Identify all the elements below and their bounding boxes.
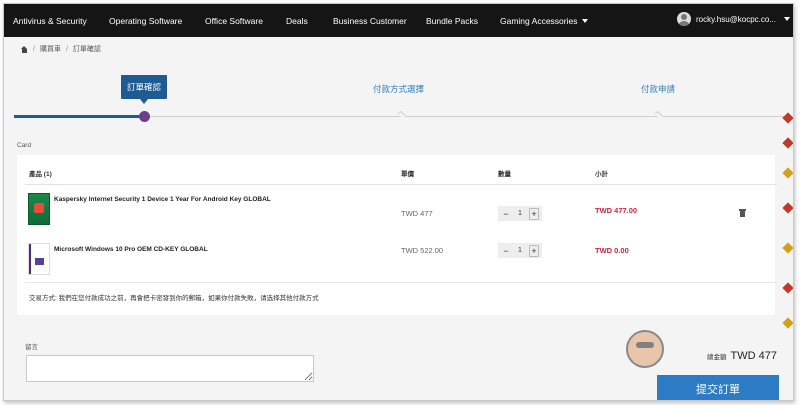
nav-gaming-label: Gaming Accessories <box>500 15 578 26</box>
quantity-stepper: − 1 + <box>498 206 542 221</box>
header-price: 單價 <box>401 171 414 178</box>
chevron-down-icon <box>784 17 790 21</box>
avatar <box>677 12 691 26</box>
message-label: 留言 <box>25 344 38 351</box>
decoration-diamond <box>782 282 793 294</box>
divider <box>25 184 777 185</box>
total-label: 總金額 <box>707 354 727 361</box>
home-icon[interactable] <box>21 45 28 53</box>
top-nav: Antivirus & Security Operating Software … <box>4 4 793 37</box>
total-value: TWD 477 <box>730 350 777 362</box>
quantity-stepper: − 1 + <box>498 243 542 258</box>
browser-frame: Antivirus & Security Operating Software … <box>3 3 794 401</box>
card-label: Card <box>17 142 32 149</box>
header-product: 產品 (1) <box>29 171 52 178</box>
row-subtotal: TWD 477.00 <box>595 206 638 215</box>
breadcrumb-separator: / <box>65 45 68 53</box>
step-payment-method: 付款方式選擇 <box>373 84 425 94</box>
nav-operating-software[interactable]: Operating Software <box>109 16 182 26</box>
product-name[interactable]: Microsoft Windows 10 Pro OEM CD-KEY GLOB… <box>54 246 208 253</box>
quantity-value[interactable]: 1 <box>518 247 522 254</box>
breadcrumb: / 購買車 / 訂單確認 <box>21 44 101 54</box>
row-subtotal: TWD 0.00 <box>595 246 629 255</box>
minus-icon[interactable]: − <box>501 246 511 256</box>
decoration-diamond <box>782 317 793 329</box>
mascot-icon <box>626 330 664 368</box>
step-notch <box>654 110 664 120</box>
progress-fill <box>14 115 145 118</box>
unit-price: TWD 477 <box>401 209 433 218</box>
decoration-diamond <box>782 242 793 254</box>
submit-order-button[interactable]: 提交訂單 <box>657 375 779 400</box>
minus-icon[interactable]: − <box>501 209 511 219</box>
order-total: 總金額 TWD 477 <box>707 350 777 362</box>
trash-icon[interactable] <box>739 209 746 217</box>
product-image-kaspersky[interactable] <box>28 193 50 225</box>
step-notch <box>397 110 407 120</box>
decoration-diamond <box>782 137 793 149</box>
decoration-diamond <box>782 202 793 214</box>
product-image-windows[interactable] <box>28 243 50 275</box>
decoration-ribbon <box>782 112 793 344</box>
breadcrumb-separator: / <box>33 45 35 53</box>
order-table: 產品 (1) 單價 數量 小計 Kaspersky Internet Secur… <box>17 155 777 315</box>
product-name[interactable]: Kaspersky Internet Security 1 Device 1 Y… <box>54 196 271 203</box>
header-subtotal: 小計 <box>595 171 608 178</box>
nav-gaming-accessories[interactable]: Gaming Accessories <box>500 15 589 26</box>
step-order-confirm: 訂單確認 <box>121 75 167 104</box>
plus-icon[interactable]: + <box>529 244 539 257</box>
plus-icon[interactable]: + <box>529 207 539 220</box>
step-payment-request: 付款申請 <box>641 84 676 94</box>
chevron-down-icon <box>582 19 589 24</box>
quantity-value[interactable]: 1 <box>518 210 522 217</box>
nav-office-software[interactable]: Office Software <box>205 16 263 26</box>
nav-bundle-packs[interactable]: Bundle Packs <box>426 16 478 26</box>
nav-deals[interactable]: Deals <box>286 16 308 26</box>
unit-price: TWD 522.00 <box>401 246 444 255</box>
payment-note: 交易方式: 我們在您付款成功之前，再會把卡密發到你的郵箱，如果你付款失敗，请选择… <box>29 295 319 302</box>
breadcrumb-current: 訂單確認 <box>72 46 101 53</box>
progress-marker <box>139 111 150 122</box>
nav-business-customer[interactable]: Business Customer <box>333 16 407 26</box>
decoration-diamond <box>782 112 793 124</box>
nav-antivirus[interactable]: Antivirus & Security <box>13 16 87 26</box>
user-menu[interactable]: rocky.hsu@kocpc.co... <box>677 12 790 26</box>
message-input[interactable] <box>26 355 314 382</box>
divider <box>25 282 777 283</box>
header-qty: 數量 <box>498 171 511 178</box>
user-email: rocky.hsu@kocpc.co... <box>696 14 776 24</box>
decoration-diamond <box>782 167 793 179</box>
breadcrumb-cart[interactable]: 購買車 <box>40 44 61 54</box>
